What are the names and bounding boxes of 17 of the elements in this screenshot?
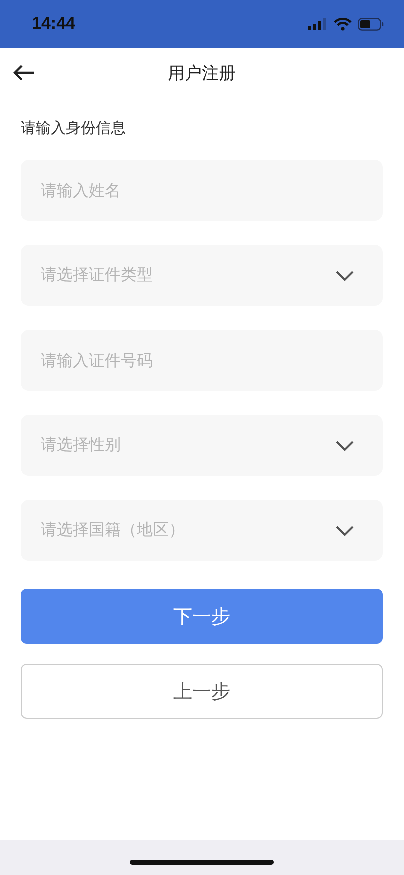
- status-time: 14:44: [32, 14, 76, 34]
- select-field[interactable]: 请选择国籍（地区）: [21, 500, 383, 561]
- select-field[interactable]: 请选择证件类型: [21, 245, 383, 306]
- wifi-icon: [334, 18, 352, 30]
- input-field[interactable]: 请输入证件号码: [21, 330, 383, 391]
- next-button[interactable]: 下一步: [21, 589, 383, 644]
- chevron-down-icon: [335, 440, 355, 452]
- select-field[interactable]: 请选择性别: [21, 415, 383, 476]
- previous-button[interactable]: 上一步: [21, 664, 383, 719]
- back-arrow-icon: [12, 64, 36, 82]
- chevron-down-icon: [335, 270, 355, 282]
- input-field[interactable]: 请输入姓名: [21, 160, 383, 221]
- chevron-down-icon: [335, 524, 355, 536]
- battery-icon: [358, 18, 384, 30]
- section-label: 请输入身份信息: [21, 118, 127, 139]
- page-title: 用户注册: [168, 62, 236, 84]
- signal-icon: [308, 18, 328, 30]
